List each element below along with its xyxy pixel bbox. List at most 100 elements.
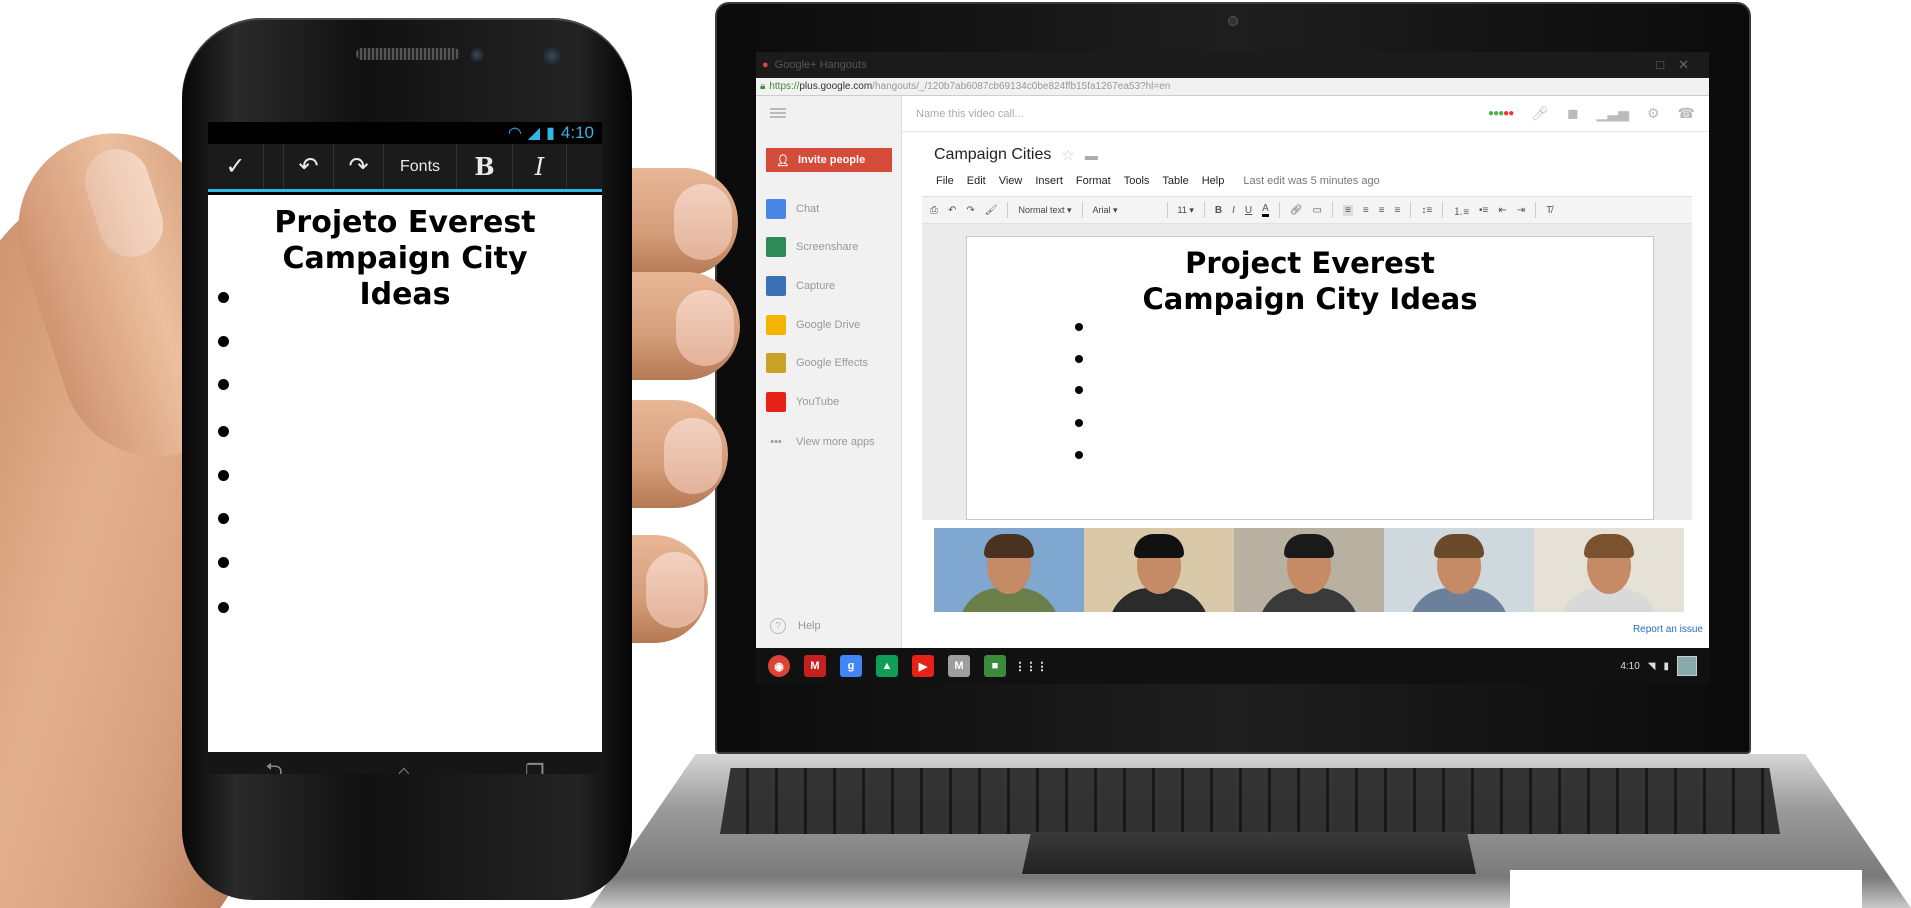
recent-apps-icon[interactable]: ❐ — [525, 760, 545, 774]
menu-tools[interactable]: Tools — [1124, 175, 1150, 187]
signal-icon: ◢ — [527, 125, 541, 142]
app-launcher-icon[interactable]: ⋮⋮⋮ — [1015, 655, 1048, 677]
toolbar-divider — [1535, 202, 1537, 218]
align-center-icon[interactable]: ≡ — [1363, 205, 1369, 216]
text-color-button[interactable]: A — [1262, 203, 1269, 217]
menu-edit[interactable]: Edit — [967, 175, 986, 187]
help-label: Help — [798, 620, 821, 632]
sidebar-app-chat[interactable]: Chat — [766, 196, 819, 222]
mic-mute-icon[interactable]: 🎤︎ — [1531, 105, 1549, 122]
sidebar-app-more[interactable]: ••• View more apps — [766, 429, 874, 455]
participant-video[interactable] — [1084, 528, 1234, 612]
help-button[interactable]: ? Help — [770, 618, 821, 634]
doc-page[interactable]: Project Everest Campaign City Ideas — [966, 236, 1654, 520]
back-icon[interactable]: ⮌ — [265, 754, 283, 774]
chrome-icon[interactable]: ◉ — [768, 655, 790, 677]
hangouts-icon[interactable]: ■ — [984, 655, 1006, 677]
chrome-logo-icon: ● — [762, 59, 769, 71]
system-tray[interactable]: 4:10 ◥ ▮ — [1620, 656, 1697, 676]
menu-format[interactable]: Format — [1076, 175, 1111, 187]
underline-button[interactable]: U — [1245, 205, 1252, 216]
font-size-value: 11 — [1177, 204, 1187, 215]
check-icon: ✓ — [225, 153, 246, 180]
star-icon[interactable]: ☆ — [1061, 146, 1074, 164]
participant-video[interactable] — [1234, 528, 1384, 612]
menu-table[interactable]: Table — [1162, 175, 1188, 187]
window-controls[interactable]: □✕ — [1656, 57, 1703, 73]
italic-button[interactable]: I — [1232, 205, 1235, 216]
report-issue-link[interactable]: Report an issue — [1633, 624, 1703, 635]
mail-icon[interactable]: M — [948, 655, 970, 677]
increase-indent-icon[interactable]: ⇥ — [1517, 205, 1525, 216]
participant-video[interactable] — [1534, 528, 1684, 612]
window-title: Google+ Hangouts — [774, 59, 867, 71]
done-button[interactable]: ✓ — [208, 144, 264, 189]
address-bar[interactable]: 🔒︎ https://plus.google.com/hangouts/_/12… — [756, 78, 1709, 96]
bold-button[interactable]: B — [1215, 205, 1222, 216]
menu-icon[interactable] — [770, 108, 786, 118]
align-left-icon[interactable]: ≡ — [1342, 204, 1353, 216]
doc-name[interactable]: Campaign Cities — [934, 146, 1051, 164]
italic-button[interactable]: I — [513, 144, 568, 189]
numbered-list-icon[interactable]: ⒈≡ — [1453, 203, 1469, 218]
link-icon[interactable]: 🔗︎ — [1290, 205, 1303, 216]
hang-up-icon[interactable]: ☎ — [1678, 105, 1695, 122]
decrease-indent-icon[interactable]: ⇤ — [1498, 205, 1506, 216]
style-select[interactable]: Normal text ▾ — [1018, 205, 1071, 216]
undo-icon[interactable]: ↶ — [948, 205, 956, 216]
laptop-trackpad — [1022, 832, 1476, 874]
gmail-icon[interactable]: M — [804, 655, 826, 677]
call-name-input[interactable]: Name this video call... — [916, 108, 1024, 120]
sidebar-app-camera[interactable]: Capture — [766, 273, 835, 299]
folder-icon[interactable]: ▬ — [1085, 148, 1098, 163]
align-justify-icon[interactable]: ≡ — [1395, 205, 1401, 216]
menu-view[interactable]: View — [999, 175, 1023, 187]
last-edit-status[interactable]: Last edit was 5 minutes ago — [1243, 175, 1379, 187]
redo-button[interactable]: ↷ — [334, 144, 384, 189]
laptop-screen: ● Google+ Hangouts □✕ 🔒︎ https://plus.go… — [756, 52, 1709, 684]
settings-icon[interactable]: ⚙ — [1647, 105, 1660, 122]
font-size-select[interactable]: 11 ▾ — [1178, 205, 1194, 216]
doc-menubar: File Edit View Insert Format Tools Table Help L… — [936, 175, 1380, 187]
google-search-icon[interactable]: g — [840, 655, 862, 677]
status-time: 4:10 — [560, 123, 594, 142]
sidebar-app-drive[interactable]: Google Drive — [766, 312, 860, 338]
bold-button[interactable]: B — [457, 144, 514, 189]
sidebar-app-screenshare[interactable]: Screenshare — [766, 234, 858, 260]
line-spacing-icon[interactable]: ↕≡ — [1421, 205, 1432, 216]
font-select[interactable]: Arial ▾ — [1093, 205, 1157, 216]
camera-mute-icon[interactable]: ◼ — [1567, 105, 1579, 122]
clear-formatting-icon[interactable]: T̸ — [1546, 205, 1552, 216]
effects-icon — [766, 353, 786, 373]
invite-people-button[interactable]: 👤︎ Invite people — [766, 148, 892, 172]
phone-device: ◠ ◢ ▮ 4:10 ✓ ↶ ↷ Fonts B I Projeto Evere… — [182, 18, 632, 900]
participant-video[interactable] — [1384, 528, 1534, 612]
fonts-button[interactable]: Fonts — [384, 144, 458, 189]
avatar[interactable] — [1677, 656, 1697, 676]
youtube-icon[interactable]: ▶ — [912, 655, 934, 677]
paint-format-icon[interactable]: 🖌︎ — [985, 205, 998, 216]
undo-button[interactable]: ↶ — [284, 144, 334, 189]
help-icon: ? — [770, 618, 786, 634]
menu-insert[interactable]: Insert — [1035, 175, 1063, 187]
finger-nail — [674, 184, 732, 260]
menu-help[interactable]: Help — [1202, 175, 1225, 187]
home-icon[interactable]: ⌂ — [397, 760, 410, 774]
comment-icon[interactable]: ▭ — [1313, 205, 1322, 216]
phone-document[interactable]: Projeto Everest Campaign City Ideas — [208, 195, 602, 752]
print-icon[interactable]: ⎙ — [930, 205, 938, 216]
drive-icon — [766, 315, 786, 335]
doc-canvas: Project Everest Campaign City Ideas — [922, 224, 1692, 520]
menu-file[interactable]: File — [936, 175, 954, 187]
bulleted-list-icon[interactable]: •≡ — [1479, 205, 1488, 216]
empty-bullet — [1075, 419, 1083, 427]
bandwidth-icon[interactable]: ▁▃▅ — [1597, 105, 1629, 122]
redo-icon[interactable]: ↷ — [966, 205, 974, 216]
drive-icon[interactable]: ▲ — [876, 655, 898, 677]
hangout-main: Name this video call... ●●●●● 🎤︎ ◼ ▁▃▅ ⚙… — [902, 96, 1709, 648]
align-right-icon[interactable]: ≡ — [1379, 205, 1385, 216]
participant-video[interactable] — [934, 528, 1084, 612]
sidebar-app-effects[interactable]: Google Effects — [766, 350, 868, 376]
sidebar-app-youtube[interactable]: YouTube — [766, 389, 839, 415]
finger-nail — [664, 418, 722, 494]
